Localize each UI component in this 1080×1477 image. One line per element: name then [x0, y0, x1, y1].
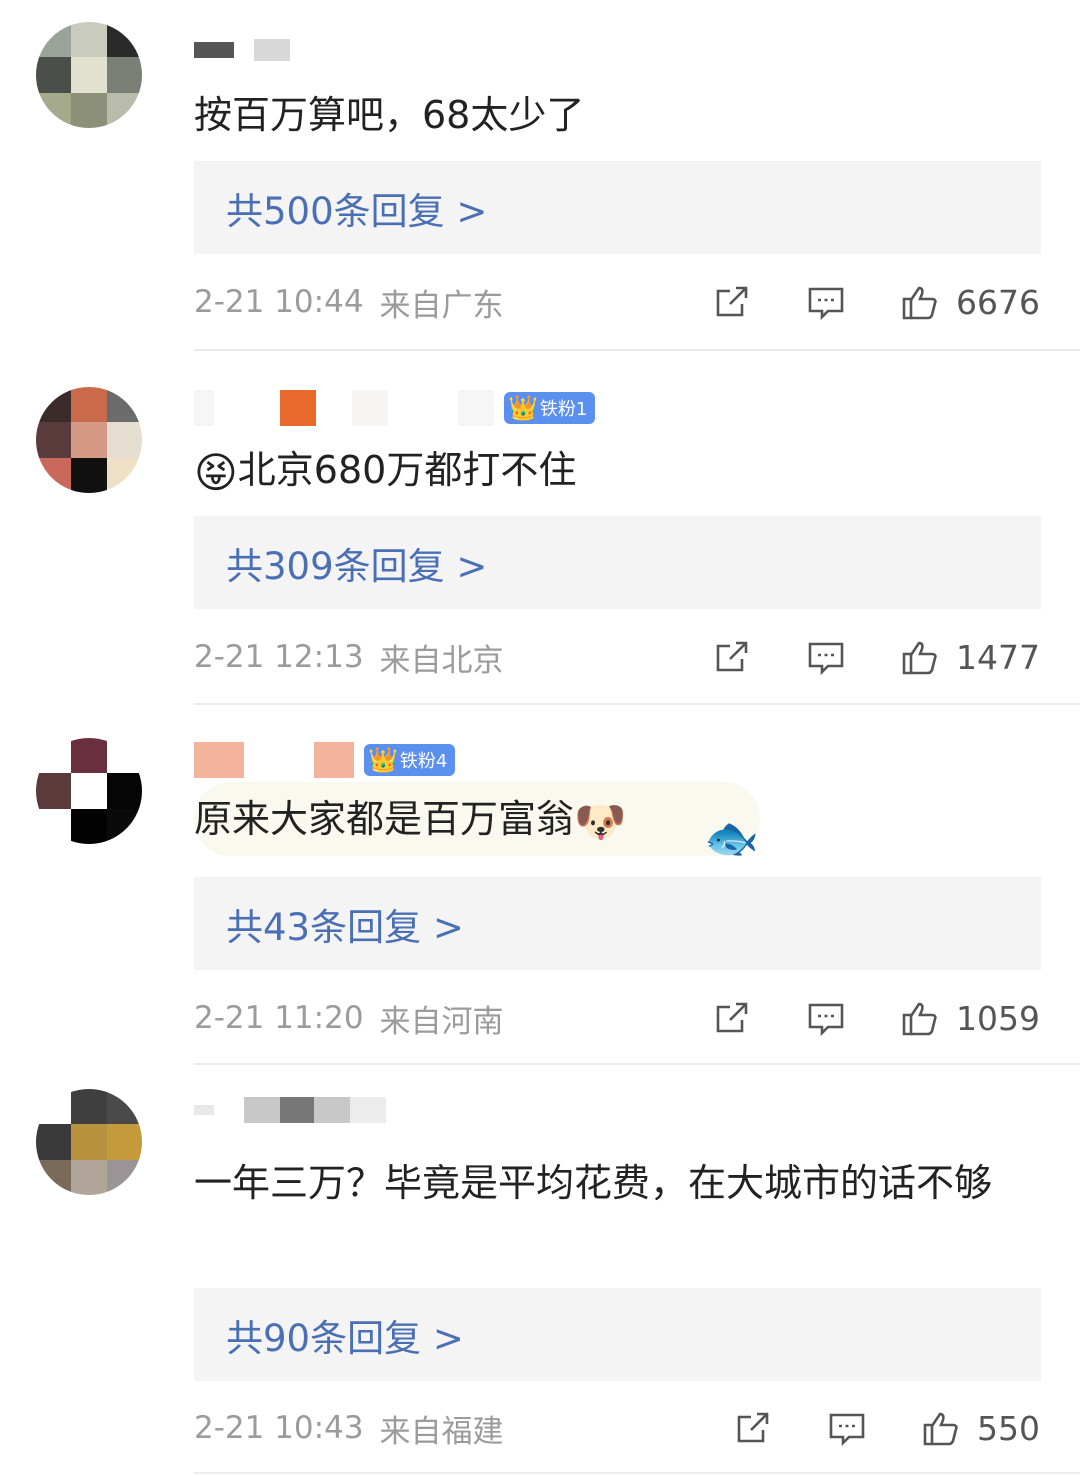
comment-meta: 2-21 10:44 来自广东 6676 — [194, 277, 1040, 327]
fan-badge[interactable]: 👑 铁粉1 — [504, 392, 596, 424]
comment-location: 来自福建 — [379, 1413, 504, 1450]
like-count: 1477 — [956, 637, 1040, 677]
fan-badge-label: 铁粉4 — [399, 751, 448, 772]
comment-icon[interactable] — [804, 996, 848, 1040]
comment-time: 2-21 12:13 — [194, 639, 364, 675]
avatar[interactable] — [36, 22, 142, 128]
comment-meta: 2-21 10:43 来自福建 550 — [194, 1403, 1040, 1453]
comment-meta: 2-21 11:20 来自河南 1059 — [194, 993, 1040, 1043]
divider — [194, 1472, 1080, 1474]
comment-time: 2-21 10:43 — [194, 1410, 364, 1446]
comment-text: 😝北京680万都打不住 — [194, 441, 1044, 502]
divider — [194, 349, 1080, 351]
thumbs-up-icon[interactable] — [898, 280, 942, 324]
replies-label: 共500条回复 > — [226, 189, 488, 233]
comment-text: 按百万算吧，68太少了 — [194, 93, 585, 137]
like-count: 6676 — [956, 282, 1040, 322]
share-icon[interactable] — [710, 635, 754, 679]
comment-text: 一年三万？毕竟是平均花费，在大城市的话不够 — [194, 1161, 993, 1205]
comment-location: 来自河南 — [379, 1003, 504, 1040]
comment-meta: 2-21 12:13 来自北京 1477 — [194, 632, 1040, 682]
fan-badge-label: 铁粉1 — [539, 399, 588, 420]
crown-icon: 👑 — [508, 394, 538, 422]
crown-icon: 👑 — [368, 746, 398, 774]
comment-time: 2-21 10:44 — [194, 284, 364, 320]
fish-sticker-icon: 🐟 — [704, 813, 759, 864]
view-replies-button[interactable]: 共90条回复 > — [194, 1288, 1041, 1381]
replies-label: 共90条回复 > — [226, 1316, 464, 1360]
avatar[interactable] — [36, 1089, 142, 1195]
share-icon[interactable] — [710, 996, 754, 1040]
doge-emoji-icon: 🐶 — [574, 796, 627, 846]
replies-label: 共309条回复 > — [226, 544, 488, 588]
thumbs-up-icon[interactable] — [898, 635, 942, 679]
comment-time: 2-21 11:20 — [194, 1000, 364, 1036]
comment-text: 原来大家都是百万富翁🐶 — [194, 790, 1044, 851]
view-replies-button[interactable]: 共43条回复 > — [194, 877, 1041, 970]
comment-icon[interactable] — [825, 1406, 869, 1450]
username[interactable]: 👑 铁粉4 — [194, 738, 456, 782]
comment-text-body: 原来大家都是百万富翁 — [194, 797, 575, 841]
share-icon[interactable] — [710, 280, 754, 324]
comment-icon[interactable] — [804, 635, 848, 679]
like-count: 550 — [977, 1408, 1040, 1448]
username[interactable] — [194, 1088, 386, 1132]
replies-label: 共43条回复 > — [226, 905, 464, 949]
emoji-icon: 😝 — [194, 447, 238, 497]
share-icon[interactable] — [731, 1406, 775, 1450]
username[interactable]: 👑 铁粉1 — [194, 386, 596, 430]
comment-location: 来自北京 — [379, 642, 504, 679]
avatar[interactable] — [36, 387, 142, 493]
like-count: 1059 — [956, 998, 1040, 1038]
thumbs-up-icon[interactable] — [898, 996, 942, 1040]
view-replies-button[interactable]: 共309条回复 > — [194, 516, 1041, 609]
avatar[interactable] — [36, 738, 142, 844]
fan-badge[interactable]: 👑 铁粉4 — [364, 744, 456, 776]
divider — [194, 1063, 1080, 1065]
comment-location: 来自广东 — [379, 287, 504, 324]
divider — [194, 703, 1080, 705]
thumbs-up-icon[interactable] — [919, 1406, 963, 1450]
comment-text-body: 北京680万都打不住 — [237, 448, 577, 492]
comment-icon[interactable] — [804, 280, 848, 324]
username[interactable] — [194, 28, 290, 72]
view-replies-button[interactable]: 共500条回复 > — [194, 161, 1041, 254]
